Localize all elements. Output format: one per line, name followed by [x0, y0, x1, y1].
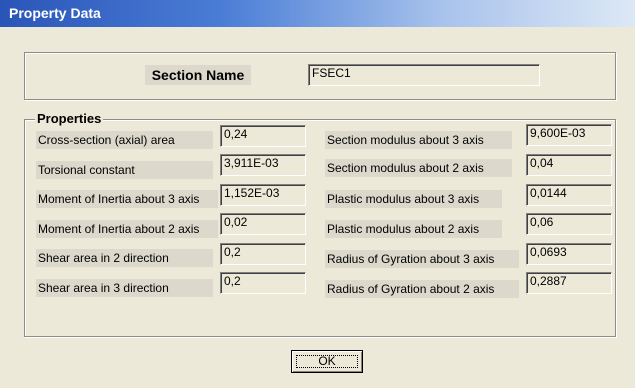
- plastic-modulus-3-field[interactable]: 0,0144: [526, 184, 612, 206]
- radius-gyration-2-field[interactable]: 0,2887: [526, 272, 612, 294]
- moment-inertia-3-field[interactable]: 1,152E-03: [220, 184, 306, 206]
- plastic-modulus-3-label: Plastic modulus about 3 axis: [325, 190, 502, 208]
- ok-button-label: OK: [318, 354, 336, 368]
- shear-area-3-label: Shear area in 3 direction: [36, 279, 213, 297]
- property-data-dialog: Property Data Section Name FSEC1 Propert…: [0, 0, 635, 388]
- radius-gyration-2-label: Radius of Gyration about 2 axis: [325, 280, 519, 298]
- moment-inertia-2-field[interactable]: 0,02: [220, 213, 306, 235]
- plastic-modulus-2-field[interactable]: 0,06: [526, 213, 612, 235]
- torsional-constant-field[interactable]: 3,911E-03: [220, 154, 306, 176]
- title-bar[interactable]: Property Data: [0, 0, 635, 27]
- shear-area-2-label: Shear area in 2 direction: [36, 249, 213, 267]
- cross-section-area-field[interactable]: 0,24: [220, 125, 306, 147]
- cross-section-area-label: Cross-section (axial) area: [36, 131, 213, 149]
- properties-group-title: Properties: [35, 111, 104, 126]
- moment-inertia-2-label: Moment of Inertia about 2 axis: [36, 220, 218, 238]
- section-name-field[interactable]: FSEC1: [308, 64, 540, 86]
- shear-area-3-field[interactable]: 0,2: [220, 272, 306, 294]
- ok-button[interactable]: OK: [291, 350, 363, 373]
- radius-gyration-3-field[interactable]: 0,0693: [526, 243, 612, 265]
- shear-area-2-field[interactable]: 0,2: [220, 243, 306, 265]
- window-title: Property Data: [9, 5, 101, 21]
- moment-inertia-3-label: Moment of Inertia about 3 axis: [36, 190, 218, 208]
- torsional-constant-label: Torsional constant: [36, 161, 213, 179]
- section-modulus-2-label: Section modulus about 2 axis: [325, 159, 512, 177]
- section-modulus-3-label: Section modulus about 3 axis: [325, 131, 512, 149]
- plastic-modulus-2-label: Plastic modulus about 2 axis: [325, 220, 502, 238]
- radius-gyration-3-label: Radius of Gyration about 3 axis: [325, 250, 519, 268]
- section-modulus-2-field[interactable]: 0,04: [526, 154, 612, 176]
- section-name-label: Section Name: [145, 65, 251, 85]
- section-modulus-3-field[interactable]: 9,600E-03: [526, 124, 612, 146]
